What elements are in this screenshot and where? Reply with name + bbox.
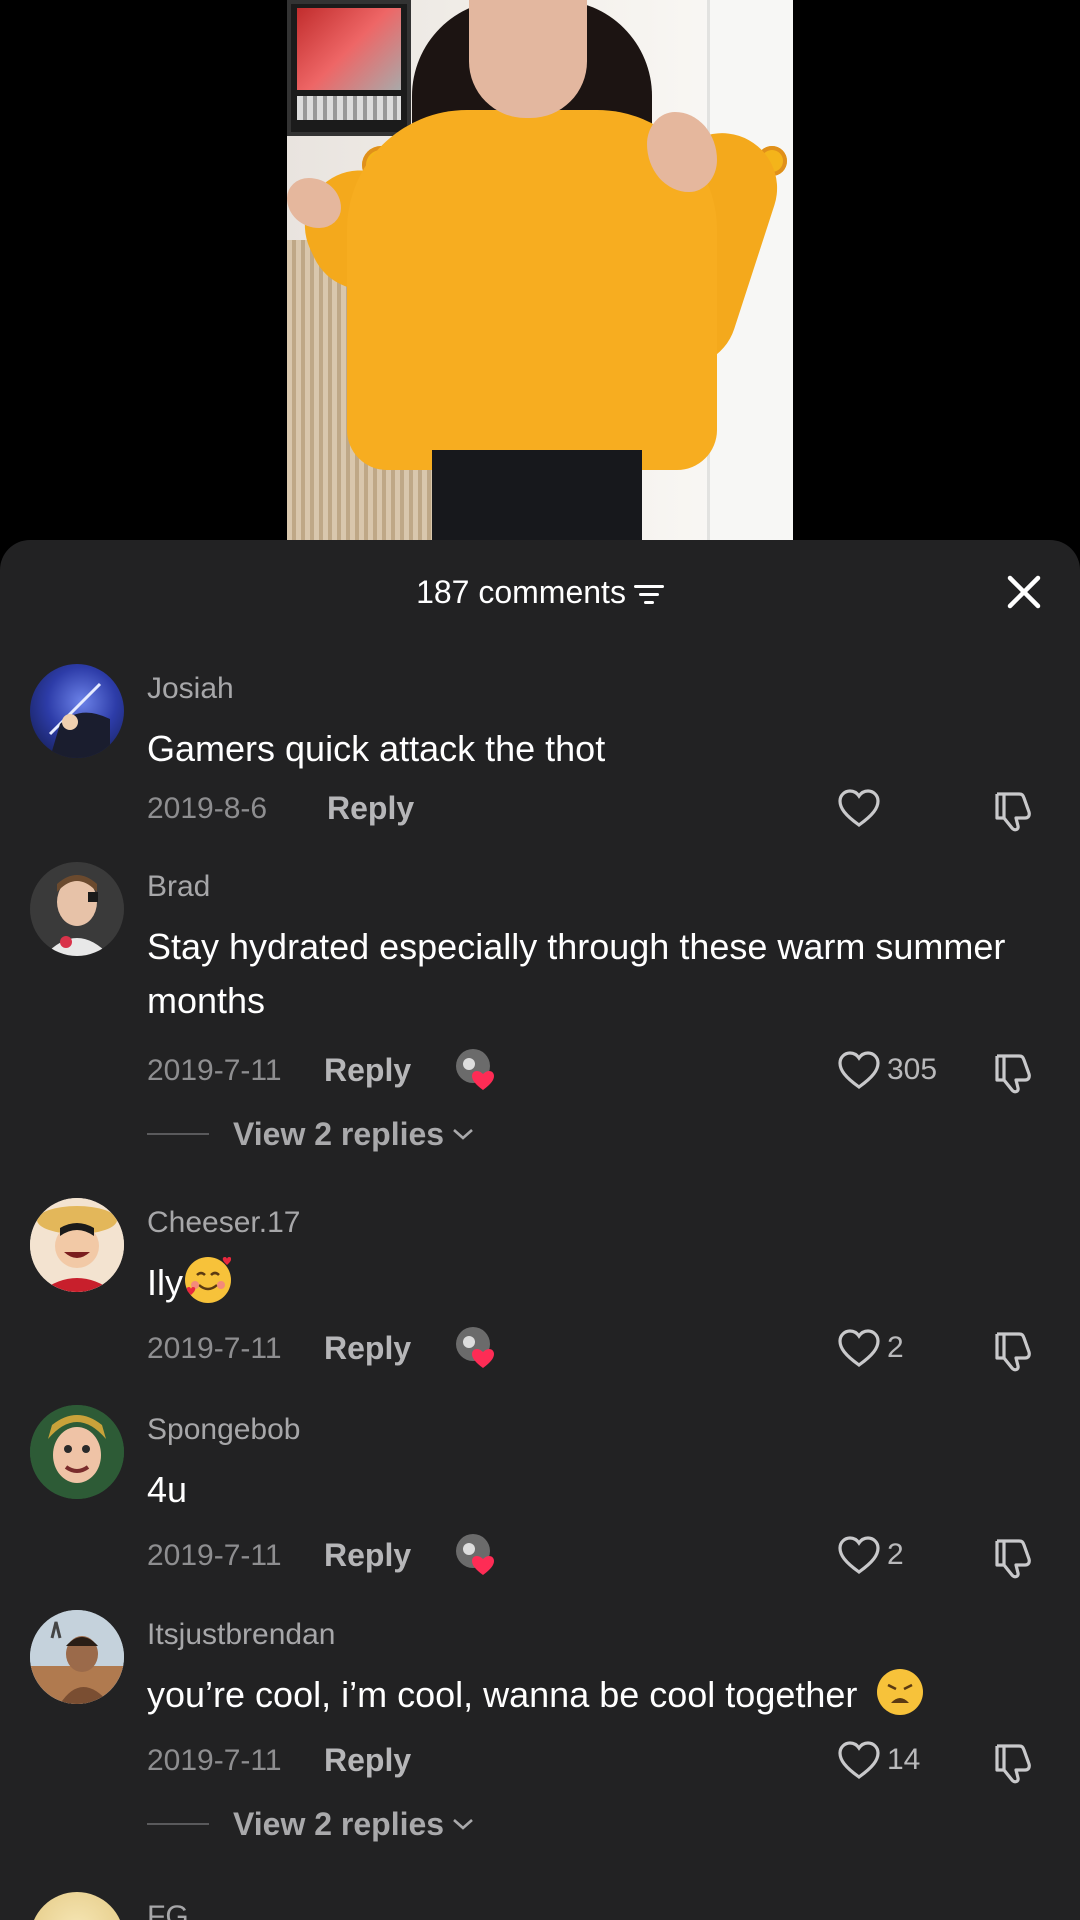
dislike-icon[interactable] [989, 1738, 1037, 1786]
wall-poster [287, 0, 411, 136]
comment-username[interactable]: Cheeser.17 [147, 1206, 300, 1240]
comment-count-label: 187 comments [416, 574, 626, 610]
comment-text-row: you’re cool, i’m cool, wanna be cool tog… [147, 1668, 1027, 1722]
divider-line [147, 1823, 209, 1825]
comment-username[interactable]: FG [147, 1900, 189, 1920]
comment-item: Brad Stay hydrated especially through th… [0, 862, 1080, 1192]
comment-text: 4u [147, 1469, 188, 1510]
view-replies-label: View 2 replies [233, 1805, 445, 1842]
heart-icon [838, 1741, 880, 1779]
comment-meta: 2019-7-11 Reply 2 [147, 1326, 1047, 1372]
comment-text: you’re cool, i’m cool, wanna be cool tog… [147, 1674, 858, 1715]
creator-liked-icon [456, 1049, 494, 1090]
comments-sheet: 187 comments Josiah Gamers quick attack … [0, 540, 1080, 1920]
heart-icon [838, 1536, 880, 1574]
dislike-icon[interactable] [989, 1533, 1037, 1581]
comment-username[interactable]: Josiah [147, 672, 234, 706]
comment-date: 2019-7-11 [147, 1332, 282, 1365]
divider-line [147, 1133, 209, 1135]
comment-username[interactable]: Brad [147, 870, 210, 904]
comment-date: 2019-7-11 [147, 1054, 282, 1087]
dislike-icon[interactable] [989, 786, 1037, 834]
view-replies-label: View 2 replies [233, 1115, 445, 1152]
like-count: 2 [887, 1538, 904, 1571]
comment-count[interactable]: 187 comments [0, 574, 1080, 611]
filter-icon[interactable] [633, 583, 664, 605]
like-button[interactable]: 14 [837, 1738, 920, 1782]
dislike-icon[interactable] [989, 1326, 1037, 1374]
weary-face-icon [877, 1669, 924, 1715]
heart-icon [838, 1051, 880, 1089]
comment-username[interactable]: Itsjustbrendan [147, 1618, 335, 1652]
comment-username[interactable]: Spongebob [147, 1413, 301, 1447]
comment-text-row: Ily [147, 1256, 1027, 1310]
comment-meta: 2019-7-11 Reply 14 [147, 1738, 1047, 1784]
chevron-down-icon [453, 1819, 473, 1830]
comment-date: 2019-8-6 [147, 792, 268, 825]
reply-button[interactable]: Reply [324, 1742, 411, 1779]
video-frame [287, 0, 793, 540]
comment-item: FG [0, 1892, 1080, 1920]
smiling-face-with-hearts-icon [185, 1257, 232, 1303]
avatar[interactable] [30, 1610, 124, 1704]
dislike-icon[interactable] [989, 1048, 1037, 1096]
reply-button[interactable]: Reply [327, 790, 414, 827]
avatar[interactable] [30, 1892, 124, 1920]
comment-item: Spongebob 4u 2019-7-11 Reply 2 [0, 1405, 1080, 1579]
comment-item: Cheeser.17 Ily 2019-7-11 Reply 2 [0, 1198, 1080, 1372]
like-count: 14 [887, 1743, 921, 1776]
heart-icon [838, 1329, 880, 1367]
reply-button[interactable]: Reply [324, 1052, 411, 1089]
comment-item: Josiah Gamers quick attack the thot 2019… [0, 664, 1080, 832]
like-count: 305 [887, 1053, 938, 1086]
close-icon[interactable] [1000, 568, 1048, 616]
video-player[interactable] [0, 0, 1080, 560]
comment-text: Stay hydrated especially through these w… [147, 926, 1006, 1021]
chevron-down-icon [453, 1129, 473, 1140]
reply-button[interactable]: Reply [324, 1537, 411, 1574]
view-replies-button[interactable]: View 2 replies [147, 1114, 476, 1154]
like-count: 2 [887, 1331, 904, 1364]
reply-button[interactable]: Reply [324, 1330, 411, 1367]
comments-header: 187 comments [0, 540, 1080, 650]
comment-text: Gamers quick attack the thot [147, 728, 606, 769]
avatar[interactable] [30, 1405, 124, 1499]
pants [432, 450, 642, 540]
like-button[interactable]: 2 [837, 1533, 904, 1577]
view-replies-button[interactable]: View 2 replies [147, 1804, 476, 1844]
avatar[interactable] [30, 664, 124, 758]
comment-date: 2019-7-11 [147, 1744, 282, 1777]
comment-item: Itsjustbrendan you’re cool, i’m cool, wa… [0, 1610, 1080, 1880]
comment-meta: 2019-8-6 Reply [147, 786, 1047, 832]
avatar[interactable] [30, 862, 124, 956]
like-button[interactable] [837, 786, 881, 830]
creator-liked-icon [456, 1327, 494, 1368]
comment-meta: 2019-7-11 Reply 2 [147, 1533, 1047, 1579]
creator-liked-icon [456, 1534, 494, 1575]
person-face [469, 0, 587, 118]
heart-icon [838, 789, 880, 827]
comment-meta: 2019-7-11 Reply 305 [147, 1048, 1047, 1094]
like-button[interactable]: 305 [837, 1048, 937, 1092]
comment-date: 2019-7-11 [147, 1539, 282, 1572]
avatar[interactable] [30, 1198, 124, 1292]
like-button[interactable]: 2 [837, 1326, 904, 1370]
comment-text: Ily [147, 1262, 183, 1303]
